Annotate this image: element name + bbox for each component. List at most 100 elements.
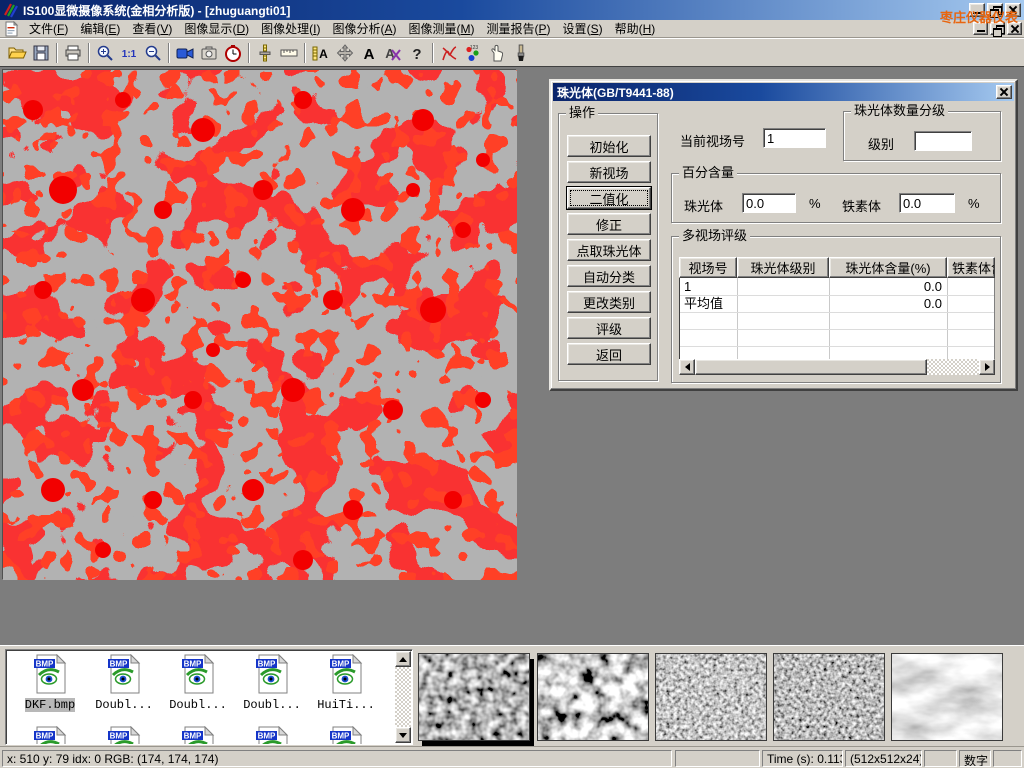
- dialog-title-bar[interactable]: 珠光体(GB/T9441-88): [553, 83, 1014, 101]
- scroll-right-button[interactable]: [979, 359, 995, 375]
- hand-tool-button[interactable]: [485, 41, 509, 65]
- actual-size-button[interactable]: 1:1: [117, 41, 141, 65]
- dialog-title: 珠光体(GB/T9441-88): [557, 84, 674, 101]
- menu-file[interactable]: 文件F: [23, 19, 74, 38]
- menu-help[interactable]: 帮助H: [609, 19, 662, 38]
- file-item[interactable]: DKF.bmp: [14, 654, 86, 712]
- menu-edit[interactable]: 编辑E: [74, 19, 126, 38]
- pearlite-percent-input[interactable]: [742, 193, 796, 213]
- pearlite-label: 珠光体: [684, 196, 723, 215]
- ruler-measure-button[interactable]: [277, 41, 301, 65]
- menu-report[interactable]: 测量报告P: [481, 19, 557, 38]
- new-field-button[interactable]: 新视场: [567, 161, 651, 183]
- print-button[interactable]: [61, 41, 85, 65]
- current-field-input[interactable]: [763, 128, 826, 148]
- table-row[interactable]: 1 0.0: [680, 278, 994, 295]
- pick-pearlite-button[interactable]: 点取珠光体: [567, 239, 651, 261]
- printer-icon: [63, 43, 83, 63]
- menu-view[interactable]: 查看V: [126, 19, 178, 38]
- close-button[interactable]: [1005, 3, 1021, 17]
- mdi-restore-button[interactable]: [990, 22, 1005, 35]
- toolbar-separator: [168, 43, 170, 63]
- correct-button[interactable]: 修正: [567, 213, 651, 235]
- caliper-measure-button[interactable]: [253, 41, 277, 65]
- file-item[interactable]: [88, 726, 160, 745]
- image-view[interactable]: [2, 69, 516, 579]
- table-horizontal-scrollbar[interactable]: [679, 359, 995, 375]
- svg-text:A: A: [319, 47, 328, 61]
- bmp-file-icon: [255, 726, 289, 745]
- thumbnail-2[interactable]: [537, 653, 649, 741]
- return-button[interactable]: 返回: [567, 343, 651, 365]
- operations-group-label: 操作: [566, 105, 598, 120]
- col-ferrite-content[interactable]: 铁素体含量(%): [947, 257, 995, 278]
- file-name: Doubl...: [95, 698, 153, 712]
- rate-button[interactable]: 评级: [567, 317, 651, 339]
- snapshot-button[interactable]: [197, 41, 221, 65]
- hand-pointer-icon: [487, 43, 507, 63]
- file-item[interactable]: [162, 726, 234, 745]
- file-list-scrollbar[interactable]: [395, 651, 411, 743]
- menu-image-process[interactable]: 图像处理I: [255, 19, 326, 38]
- document-icon[interactable]: [3, 21, 19, 37]
- help-button[interactable]: ?: [405, 41, 429, 65]
- open-file-button[interactable]: [5, 41, 29, 65]
- scrollbar-thumb[interactable]: [695, 359, 927, 375]
- scroll-up-button[interactable]: [395, 651, 411, 667]
- col-pearlite-grade[interactable]: 珠光体级别: [737, 257, 829, 278]
- thumbnail-3[interactable]: [655, 653, 767, 741]
- file-item[interactable]: Doubl...: [236, 654, 308, 712]
- file-item[interactable]: HuiTi...: [310, 654, 382, 712]
- file-item[interactable]: Doubl...: [88, 654, 160, 712]
- bmp-file-icon: [329, 654, 363, 694]
- menu-image-display[interactable]: 图像显示D: [178, 19, 255, 38]
- table-row[interactable]: 平均值 0.0: [680, 295, 994, 312]
- dialog-close-button[interactable]: [996, 85, 1012, 99]
- video-capture-button[interactable]: [173, 41, 197, 65]
- grade-input[interactable]: [914, 131, 972, 151]
- classify-points-button[interactable]: 123: [461, 41, 485, 65]
- file-item[interactable]: Doubl...: [162, 654, 234, 712]
- binarize-button[interactable]: 二值化: [567, 187, 651, 209]
- delete-annotation-button[interactable]: A: [381, 41, 405, 65]
- scroll-left-button[interactable]: [679, 359, 695, 375]
- save-button[interactable]: [29, 41, 53, 65]
- percent-group-label: 百分含量: [679, 165, 737, 180]
- calibration-curve-button[interactable]: [437, 41, 461, 65]
- bmp-file-icon: [255, 654, 289, 694]
- paint-brush-button[interactable]: [509, 41, 533, 65]
- scale-label-button[interactable]: A: [309, 41, 333, 65]
- menu-settings[interactable]: 设置S: [557, 19, 609, 38]
- thumbnail-5[interactable]: [891, 653, 1003, 741]
- zoom-out-icon: [143, 43, 163, 63]
- grade-group: 珠光体数量分级 级别: [843, 111, 1001, 161]
- thumbnail-4[interactable]: [773, 653, 885, 741]
- menu-image-measure[interactable]: 图像测量M: [403, 19, 481, 38]
- timer-button[interactable]: [221, 41, 245, 65]
- mdi-close-button[interactable]: [1007, 22, 1022, 35]
- thumbnail-1[interactable]: [418, 653, 530, 741]
- minimize-button[interactable]: [969, 3, 985, 17]
- menu-image-analysis[interactable]: 图像分析A: [326, 19, 402, 38]
- zoom-out-button[interactable]: [141, 41, 165, 65]
- file-list[interactable]: DKF.bmp Doubl... Doubl... Doubl... HuiTi…: [5, 649, 413, 745]
- restore-button[interactable]: [987, 3, 1003, 17]
- mdi-workspace: 珠光体(GB/T9441-88) 操作 初始化 新视场 二值化 修正 点取珠光体…: [0, 66, 1024, 645]
- text-annotation-button[interactable]: A: [357, 41, 381, 65]
- col-pearlite-content[interactable]: 珠光体含量(%): [829, 257, 947, 278]
- mdi-minimize-button[interactable]: [973, 22, 988, 35]
- col-field-number[interactable]: 视场号: [679, 257, 737, 278]
- init-button[interactable]: 初始化: [567, 135, 651, 157]
- change-class-button[interactable]: 更改类别: [567, 291, 651, 313]
- ferrite-percent-input[interactable]: [899, 193, 955, 213]
- table-body[interactable]: 1 0.0 平均值 0.0: [679, 278, 995, 359]
- file-item[interactable]: [236, 726, 308, 745]
- move-tool-button[interactable]: [333, 41, 357, 65]
- auto-classify-button[interactable]: 自动分类: [567, 265, 651, 287]
- file-item[interactable]: [14, 726, 86, 745]
- multifield-group-label: 多视场评级: [679, 228, 750, 243]
- zoom-in-button[interactable]: [93, 41, 117, 65]
- operations-group: 操作 初始化 新视场 二值化 修正 点取珠光体 自动分类 更改类别 评级 返回: [558, 113, 658, 381]
- scroll-down-button[interactable]: [395, 727, 411, 743]
- file-item[interactable]: [310, 726, 382, 745]
